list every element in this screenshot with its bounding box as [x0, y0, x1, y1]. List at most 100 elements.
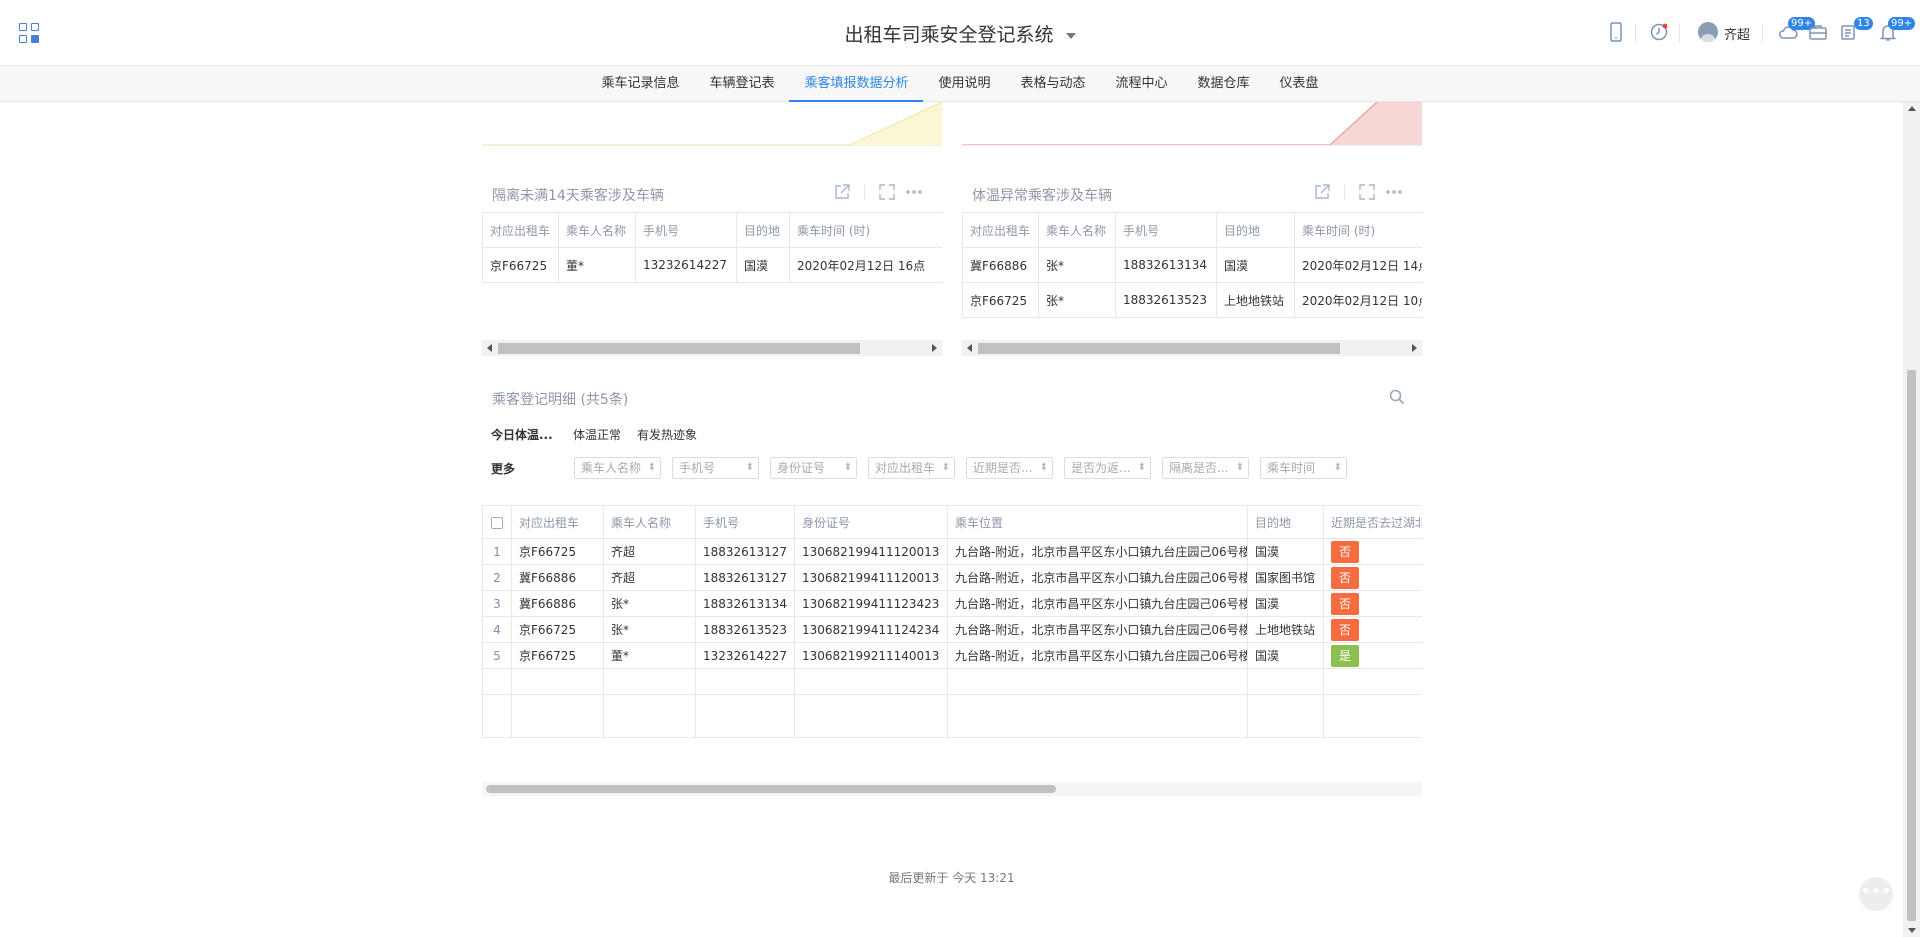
table-row[interactable]: 3 冀F66886 张* 18832613134 130682199411123423 九… [482, 590, 1422, 617]
column-header[interactable]: 目的地 [736, 212, 790, 248]
mobile-icon[interactable] [1604, 20, 1628, 44]
cell-phone: 18832613127 [695, 538, 795, 565]
last-updated-text: 最后更新于 今天 13:21 [888, 871, 1015, 885]
cell-time: 2020年02月12日 14点 [1294, 247, 1422, 283]
column-header[interactable]: 手机号 [1115, 212, 1217, 248]
scroll-left-icon[interactable] [487, 344, 492, 352]
open-external-icon[interactable] [1312, 182, 1332, 202]
scroll-down-icon[interactable] [1908, 928, 1916, 933]
select-all-checkbox[interactable] [482, 505, 512, 539]
filter-select-name[interactable]: 乘车人名称 [574, 457, 661, 479]
cell-location: 九台路-附近，北京市昌平区东小口镇九台庄园己06号楼 [947, 616, 1248, 643]
scroll-thumb[interactable] [486, 785, 1056, 793]
tab-passenger-analysis[interactable]: 乘客填报数据分析 [789, 66, 924, 102]
column-header[interactable]: 近期是否去过湖北 [1323, 505, 1422, 539]
chat-bubble-button[interactable]: ••• [1859, 877, 1893, 911]
flag-tag: 否 [1331, 592, 1359, 615]
filter-select-return[interactable]: 是否为返... [1064, 457, 1151, 479]
filter-select-quarantine[interactable]: 隔离是否... [1162, 457, 1249, 479]
table-row[interactable]: 1 京F66725 齐超 18832613127 130682199411120013 九… [482, 538, 1422, 565]
more-icon[interactable] [904, 182, 924, 202]
tab-ride-records[interactable]: 乘车记录信息 [586, 66, 694, 102]
filter-option-normal[interactable]: 体温正常 [573, 426, 621, 443]
chevron-down-icon[interactable] [1065, 32, 1076, 39]
tab-dashboard[interactable]: 仪表盘 [1265, 66, 1334, 102]
horizontal-scrollbar[interactable] [962, 340, 1422, 356]
area-chart-fragment-left [482, 102, 942, 145]
cell-hubei-flag: 否 [1323, 616, 1422, 643]
column-header[interactable]: 乘车人名称 [558, 212, 636, 248]
detail-horizontal-scrollbar[interactable] [482, 782, 1422, 796]
column-header[interactable]: 对应出租车 [482, 212, 559, 248]
briefcase-icon[interactable] [1806, 20, 1830, 44]
filter-select-hubei[interactable]: 近期是否... [966, 457, 1053, 479]
card-temperature-vehicles: 体温异常乘客涉及车辆 对应出租车 乘车人名称 手机号 目的地 乘车时间 (时) … [962, 174, 1422, 358]
scroll-thumb[interactable] [1907, 370, 1916, 921]
cell-phone: 18832613523 [695, 616, 795, 643]
detail-title: 乘客登记明细 (共5条) [492, 392, 629, 408]
fullscreen-icon[interactable] [1357, 182, 1377, 202]
column-header[interactable]: 目的地 [1247, 505, 1324, 539]
column-header[interactable]: 手机号 [695, 505, 795, 539]
fullscreen-icon[interactable] [877, 182, 897, 202]
scroll-up-icon[interactable] [1908, 106, 1916, 111]
column-header[interactable]: 对应出租车 [962, 212, 1039, 248]
scroll-thumb[interactable] [498, 343, 860, 354]
cell-name: 董* [558, 247, 636, 283]
table-row[interactable]: 4 京F66725 张* 18832613523 130682199411124234 九… [482, 616, 1422, 643]
tab-instructions[interactable]: 使用说明 [923, 66, 1005, 102]
tab-workflow[interactable]: 流程中心 [1101, 66, 1183, 102]
card-toolbar [1312, 182, 1422, 204]
scroll-thumb[interactable] [978, 343, 1340, 354]
empty-cell [1247, 694, 1324, 738]
tab-tables-feed[interactable]: 表格与动态 [1006, 66, 1101, 102]
nav-bar: 乘车记录信息 车辆登记表 乘客填报数据分析 使用说明 表格与动态 流程中心 数据仓库 仪表盘 [0, 66, 1920, 102]
table-viewport: 对应出租车 乘车人名称 手机号 目的地 乘车时间 (时) 京F66725 董* … [482, 212, 942, 338]
checkbox-icon[interactable] [491, 516, 503, 529]
column-header[interactable]: 身份证号 [794, 505, 948, 539]
filter-select-taxi[interactable]: 对应出租车 [868, 457, 955, 479]
flag-tag: 否 [1331, 566, 1359, 589]
column-header[interactable]: 手机号 [635, 212, 737, 248]
scroll-right-icon[interactable] [932, 344, 937, 352]
card-title: 体温异常乘客涉及车辆 [972, 188, 1112, 204]
table-row[interactable]: 5 京F66725 董* 13232614227 130682199211140013 九… [482, 642, 1422, 669]
table-row[interactable]: 京F66725 董* 13232614227 国漠 2020年02月12日 16… [482, 247, 942, 283]
search-icon[interactable] [1388, 388, 1406, 406]
filter-select-id[interactable]: 身份证号 [770, 457, 857, 479]
filter-select-time[interactable]: 乘车时间 [1260, 457, 1347, 479]
open-external-icon[interactable] [832, 182, 852, 202]
row-number: 1 [482, 538, 512, 565]
column-header[interactable]: 乘车位置 [947, 505, 1248, 539]
column-header[interactable]: 乘车人名称 [603, 505, 696, 539]
table-row[interactable]: 2 冀F66886 齐超 18832613127 130682199411120013 九… [482, 564, 1422, 591]
more-filters-label: 更多 [491, 462, 516, 476]
chat-dots-icon: ••• [1860, 881, 1892, 902]
more-icon[interactable] [1384, 182, 1404, 202]
column-header[interactable]: 乘车人名称 [1038, 212, 1116, 248]
empty-cell [603, 694, 696, 738]
column-header[interactable]: 对应出租车 [511, 505, 604, 539]
chart-stub-left [482, 102, 942, 146]
cell-destination: 国漠 [1247, 642, 1324, 669]
avatar[interactable] [1698, 22, 1718, 42]
tab-data-warehouse[interactable]: 数据仓库 [1183, 66, 1265, 102]
temperature-table: 对应出租车 乘车人名称 手机号 目的地 乘车时间 (时) 冀F66886 张* … [962, 212, 1422, 318]
tab-vehicle-registry[interactable]: 车辆登记表 [694, 66, 789, 102]
filter-option-fever[interactable]: 有发热迹象 [637, 426, 697, 443]
vertical-scrollbar[interactable] [1903, 102, 1920, 937]
column-header[interactable]: 乘车时间 (时) [1294, 212, 1422, 248]
flag-tag: 是 [1331, 644, 1359, 667]
table-row[interactable]: 冀F66886 张* 18832613134 国漠 2020年02月12日 14… [962, 247, 1422, 283]
user-name[interactable]: 齐超 [1724, 24, 1750, 43]
horizontal-scrollbar[interactable] [482, 340, 942, 356]
history-icon[interactable] [1647, 20, 1671, 44]
filter-select-phone[interactable]: 手机号 [672, 457, 759, 479]
scroll-left-icon[interactable] [967, 344, 972, 352]
scroll-right-icon[interactable] [1412, 344, 1417, 352]
column-header[interactable]: 目的地 [1216, 212, 1295, 248]
table-row[interactable]: 京F66725 张* 18832613523 上地地铁站 2020年02月12日… [962, 282, 1422, 318]
bell-badge: 99+ [1888, 17, 1916, 30]
column-header[interactable]: 乘车时间 (时) [789, 212, 942, 248]
cell-taxi: 冀F66886 [511, 564, 604, 591]
